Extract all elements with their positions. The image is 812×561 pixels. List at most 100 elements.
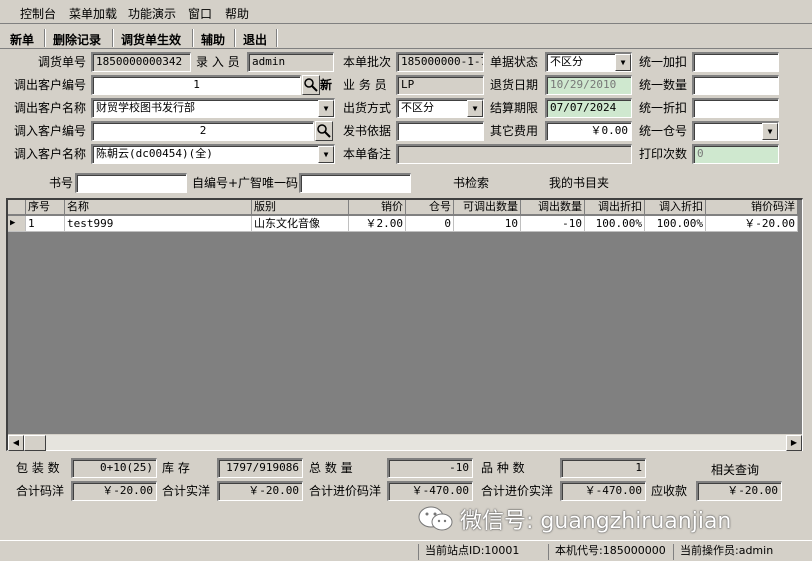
horizontal-scrollbar[interactable]: ◀ ▶: [8, 434, 802, 451]
chevron-down-icon[interactable]: ▼: [762, 123, 778, 140]
print-label: 打印次数: [639, 147, 688, 161]
scroll-right-icon[interactable]: ▶: [786, 435, 802, 451]
column-header[interactable]: 调出折扣: [585, 200, 645, 215]
out-name-value: 财贸学校图书发行部: [96, 101, 195, 114]
toolbar-separator: [112, 29, 114, 47]
column-header[interactable]: 仓号: [406, 200, 454, 215]
return-date-label: 退货日期: [490, 78, 539, 92]
column-header[interactable]: 调出数量: [521, 200, 585, 215]
doc-no-label: 调货单号: [38, 55, 87, 69]
remark-field[interactable]: [396, 144, 632, 164]
chevron-down-icon[interactable]: ▼: [318, 100, 334, 117]
scroll-thumb[interactable]: [24, 435, 46, 451]
batch-label: 本单批次: [343, 55, 392, 69]
table-cell[interactable]: 100.00%: [645, 216, 706, 232]
column-header[interactable]: 销价: [349, 200, 406, 215]
sum-in-list-field: ￥-470.00: [387, 481, 473, 501]
chevron-down-icon[interactable]: ▼: [467, 100, 483, 117]
other-fee-field[interactable]: ￥0.00: [545, 121, 632, 141]
status-select[interactable]: 不区分 ▼: [545, 52, 632, 72]
menu-load[interactable]: 菜单加载: [69, 5, 117, 22]
row-pointer-icon[interactable]: ▶: [8, 216, 26, 232]
unify-wh-select[interactable]: ▼: [692, 121, 779, 141]
delete-record-button[interactable]: 删除记录: [53, 31, 101, 48]
unify-disc-field[interactable]: [692, 98, 779, 118]
book-search-link[interactable]: 书检索: [453, 175, 489, 191]
sum-in-real-label: 合计进价实洋: [481, 484, 554, 498]
unify-qty-field[interactable]: [692, 75, 779, 95]
unify-add-field[interactable]: [692, 52, 779, 72]
activate-doc-button[interactable]: 调货单生效: [121, 31, 181, 48]
table-cell[interactable]: 1: [26, 216, 65, 232]
toolbar-separator: [276, 29, 278, 47]
column-header[interactable]: 销价码洋: [706, 200, 798, 215]
menu-help[interactable]: 帮助: [225, 5, 249, 22]
status-bar: 当前站点ID:10001 本机代号:185000000 当前操作员:admin: [0, 540, 812, 561]
chevron-down-icon[interactable]: ▼: [615, 54, 631, 71]
column-header[interactable]: 可调出数量: [454, 200, 521, 215]
menu-demo[interactable]: 功能演示: [128, 5, 176, 22]
in-code-search-button[interactable]: [315, 121, 333, 141]
exit-button[interactable]: 退出: [243, 31, 267, 48]
table-cell[interactable]: 0: [406, 216, 454, 232]
toolbar: 新单 删除记录 调货单生效 辅助 退出: [0, 27, 812, 49]
remark-label: 本单备注: [343, 147, 392, 161]
search-icon: [304, 78, 318, 92]
column-header[interactable]: 版别: [252, 200, 349, 215]
table-cell[interactable]: 10: [454, 216, 521, 232]
assist-button[interactable]: 辅助: [201, 31, 225, 48]
new-customer-button[interactable]: 新: [320, 77, 332, 93]
toolbar-separator: [234, 29, 236, 47]
column-header[interactable]: 名称: [65, 200, 252, 215]
out-name-select[interactable]: 财贸学校图书发行部 ▼: [91, 98, 335, 118]
entry-field: admin: [247, 52, 334, 72]
total-qty-field: -10: [387, 458, 473, 478]
column-header[interactable]: 序号: [26, 200, 65, 215]
table-cell[interactable]: 山东文化音像: [252, 216, 349, 232]
out-name-label: 调出客户名称: [14, 101, 87, 115]
book-no-input[interactable]: [75, 173, 187, 193]
items-grid: 序号 名称 版别 销价 仓号 可调出数量 调出数量 调出折扣 调入折扣 销价码洋…: [6, 198, 803, 451]
watermark-text: 微信号: guangzhiruanjian: [460, 509, 732, 534]
column-header[interactable]: 调入折扣: [645, 200, 706, 215]
in-code-field[interactable]: 2: [91, 121, 314, 141]
settle-label: 结算期限: [490, 101, 539, 115]
sum-list-label: 合计码洋: [16, 484, 65, 498]
ship-value: 不区分: [401, 101, 434, 114]
table-cell[interactable]: -10: [521, 216, 585, 232]
row-indicator-header: [8, 200, 26, 215]
toolbar-separator: [192, 29, 194, 47]
entry-label: 录 入 员: [196, 55, 240, 69]
settle-field[interactable]: 07/07/2024: [545, 98, 632, 118]
table-cell[interactable]: ￥-20.00: [706, 216, 798, 232]
unify-add-label: 统一加扣: [639, 55, 688, 69]
unify-disc-label: 统一折扣: [639, 101, 688, 115]
wechat-watermark: 微信号: guangzhiruanjian: [418, 504, 731, 534]
new-doc-button[interactable]: 新单: [10, 31, 34, 48]
my-folder-link[interactable]: 我的书目夹: [549, 175, 609, 191]
receivable-label: 应收款: [651, 484, 688, 498]
in-name-value: 陈朝云(dc00454)(全): [96, 147, 213, 160]
table-cell[interactable]: 100.00%: [585, 216, 645, 232]
menu-console[interactable]: 控制台: [20, 5, 56, 22]
out-code-search-button[interactable]: [302, 75, 320, 95]
basis-field[interactable]: [396, 121, 484, 141]
sales-label: 业 务 员: [343, 78, 387, 92]
sum-real-label: 合计实洋: [162, 484, 211, 498]
related-query-link[interactable]: 相关查询: [711, 462, 759, 478]
status-label: 单据状态: [490, 55, 539, 69]
table-cell[interactable]: test999: [65, 216, 252, 232]
return-date-field[interactable]: 10/29/2010: [545, 75, 632, 95]
in-code-label: 调入客户编号: [14, 124, 87, 138]
in-name-select[interactable]: 陈朝云(dc00454)(全) ▼: [91, 144, 335, 164]
scroll-left-icon[interactable]: ◀: [8, 435, 24, 451]
ship-select[interactable]: 不区分 ▼: [396, 98, 484, 118]
menu-window[interactable]: 窗口: [188, 5, 212, 22]
search-icon: [317, 124, 331, 138]
out-code-field[interactable]: 1: [91, 75, 301, 95]
chevron-down-icon[interactable]: ▼: [318, 146, 334, 163]
book-no-label: 书号: [49, 176, 74, 190]
code-input[interactable]: [299, 173, 411, 193]
kinds-label: 品 种 数: [481, 461, 525, 475]
table-cell[interactable]: ￥2.00: [349, 216, 406, 232]
